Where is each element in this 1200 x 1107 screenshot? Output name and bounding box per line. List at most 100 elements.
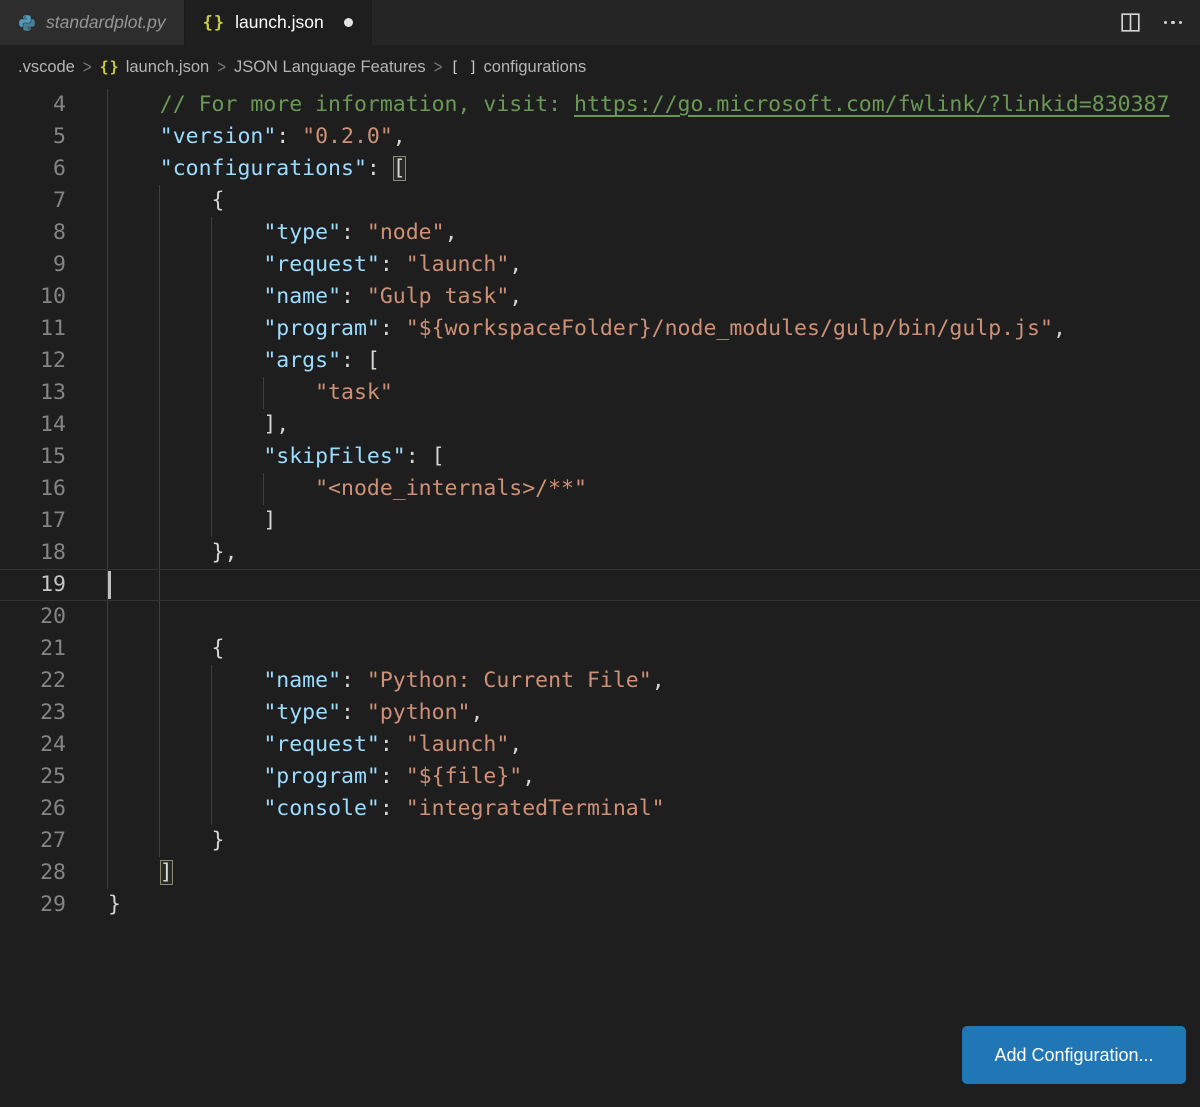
- tab-standardplot-py[interactable]: standardplot.py: [0, 0, 185, 45]
- token-punc: ,: [509, 284, 522, 309]
- token-punc: }: [108, 828, 225, 853]
- code-line-15[interactable]: 15 "skipFiles": [: [0, 441, 1200, 473]
- code-line-8[interactable]: 8 "type": "node",: [0, 217, 1200, 249]
- code-line-13[interactable]: 13 "task": [0, 377, 1200, 409]
- breadcrumb-item-json-language-features[interactable]: JSON Language Features: [234, 58, 426, 77]
- add-configuration-button[interactable]: Add Configuration...: [962, 1026, 1186, 1084]
- code-line-23[interactable]: 23 "type": "python",: [0, 697, 1200, 729]
- token-punc: ]: [108, 508, 276, 533]
- line-content: "task": [108, 377, 393, 409]
- line-number[interactable]: 10: [0, 281, 108, 313]
- line-number[interactable]: 8: [0, 217, 108, 249]
- code-line-21[interactable]: 21 {: [0, 633, 1200, 665]
- code-line-22[interactable]: 22 "name": "Python: Current File",: [0, 665, 1200, 697]
- code-line-10[interactable]: 10 "name": "Gulp task",: [0, 281, 1200, 313]
- line-number[interactable]: 29: [0, 889, 108, 921]
- line-number[interactable]: 28: [0, 857, 108, 889]
- tab-bar: standardplot.py {} launch.json: [0, 0, 1200, 45]
- line-number[interactable]: 14: [0, 409, 108, 441]
- line-number[interactable]: 22: [0, 665, 108, 697]
- code-line-7[interactable]: 7 {: [0, 185, 1200, 217]
- code-line-12[interactable]: 12 "args": [: [0, 345, 1200, 377]
- modified-indicator-dot[interactable]: [344, 18, 353, 27]
- line-content: "name": "Python: Current File",: [108, 665, 665, 697]
- token-comment: // For more information, visit:: [108, 92, 574, 117]
- array-symbol-icon: [ ]: [450, 58, 477, 76]
- code-line-24[interactable]: 24 "request": "launch",: [0, 729, 1200, 761]
- token-punc: [108, 348, 263, 373]
- token-punc: :: [380, 732, 406, 757]
- code-line-11[interactable]: 11 "program": "${workspaceFolder}/node_m…: [0, 313, 1200, 345]
- token-punc: :: [380, 316, 406, 341]
- token-punc: :: [341, 284, 367, 309]
- token-key: "program": [263, 764, 380, 789]
- code-line-4[interactable]: 4 // For more information, visit: https:…: [0, 89, 1200, 121]
- code-line-17[interactable]: 17 ]: [0, 505, 1200, 537]
- chevron-right-icon: >: [434, 56, 443, 77]
- code-line-29[interactable]: 29}: [0, 889, 1200, 921]
- token-key: "version": [160, 124, 277, 149]
- code-line-5[interactable]: 5 "version": "0.2.0",: [0, 121, 1200, 153]
- tab-launch-json[interactable]: {} launch.json: [185, 0, 372, 45]
- token-str: "node": [367, 220, 445, 245]
- token-str: "${workspaceFolder}/node_modules/gulp/bi…: [406, 316, 1053, 341]
- line-number[interactable]: 13: [0, 377, 108, 409]
- token-punc: :: [341, 700, 367, 725]
- token-punc: [108, 220, 263, 245]
- line-number[interactable]: 4: [0, 89, 108, 121]
- line-number[interactable]: 27: [0, 825, 108, 857]
- code-line-20[interactable]: 20: [0, 601, 1200, 633]
- line-number[interactable]: 18: [0, 537, 108, 569]
- line-number[interactable]: 16: [0, 473, 108, 505]
- line-number[interactable]: 20: [0, 601, 108, 633]
- code-line-14[interactable]: 14 ],: [0, 409, 1200, 441]
- code-line-18[interactable]: 18 },: [0, 537, 1200, 569]
- line-number[interactable]: 6: [0, 153, 108, 185]
- line-number[interactable]: 15: [0, 441, 108, 473]
- code-line-25[interactable]: 25 "program": "${file}",: [0, 761, 1200, 793]
- code-line-19[interactable]: 19: [0, 569, 1200, 601]
- token-punc: [108, 700, 263, 725]
- line-number[interactable]: 19: [0, 569, 108, 601]
- line-number[interactable]: 17: [0, 505, 108, 537]
- editor[interactable]: 4 // For more information, visit: https:…: [0, 89, 1200, 921]
- line-content: "args": [: [108, 345, 380, 377]
- ellipsis-icon[interactable]: [1164, 21, 1183, 25]
- token-punc: ],: [108, 412, 289, 437]
- line-number[interactable]: 21: [0, 633, 108, 665]
- line-number[interactable]: 7: [0, 185, 108, 217]
- token-punc: }: [108, 892, 121, 917]
- token-punc: [108, 284, 263, 309]
- line-content: "type": "node",: [108, 217, 458, 249]
- token-punc: [108, 732, 263, 757]
- breadcrumb-item-configurations[interactable]: [ ] configurations: [450, 58, 586, 77]
- token-link[interactable]: https://go.microsoft.com/fwlink/?linkid=…: [574, 92, 1169, 117]
- chevron-right-icon: >: [217, 56, 226, 77]
- line-content: {: [108, 633, 225, 665]
- code-line-9[interactable]: 9 "request": "launch",: [0, 249, 1200, 281]
- line-content: }: [108, 825, 225, 857]
- code-line-6[interactable]: 6 "configurations": [: [0, 153, 1200, 185]
- line-content: "name": "Gulp task",: [108, 281, 522, 313]
- line-number[interactable]: 5: [0, 121, 108, 153]
- code-line-26[interactable]: 26 "console": "integratedTerminal": [0, 793, 1200, 825]
- line-number[interactable]: 24: [0, 729, 108, 761]
- line-content: "program": "${workspaceFolder}/node_modu…: [108, 313, 1066, 345]
- line-number[interactable]: 26: [0, 793, 108, 825]
- line-number[interactable]: 11: [0, 313, 108, 345]
- code-line-28[interactable]: 28 ]: [0, 857, 1200, 889]
- token-key: "configurations": [160, 156, 367, 181]
- token-punc: ,: [509, 252, 522, 277]
- line-number[interactable]: 23: [0, 697, 108, 729]
- code-line-27[interactable]: 27 }: [0, 825, 1200, 857]
- breadcrumb-item-launch-json[interactable]: {} launch.json: [100, 58, 210, 77]
- breadcrumb-item-vscode[interactable]: .vscode: [18, 58, 75, 77]
- code-line-16[interactable]: 16 "<node_internals>/**": [0, 473, 1200, 505]
- split-editor-icon[interactable]: [1121, 13, 1140, 32]
- token-punc: [108, 156, 160, 181]
- line-number[interactable]: 12: [0, 345, 108, 377]
- token-punc: [108, 252, 263, 277]
- line-number[interactable]: 25: [0, 761, 108, 793]
- token-punc: [108, 316, 263, 341]
- line-number[interactable]: 9: [0, 249, 108, 281]
